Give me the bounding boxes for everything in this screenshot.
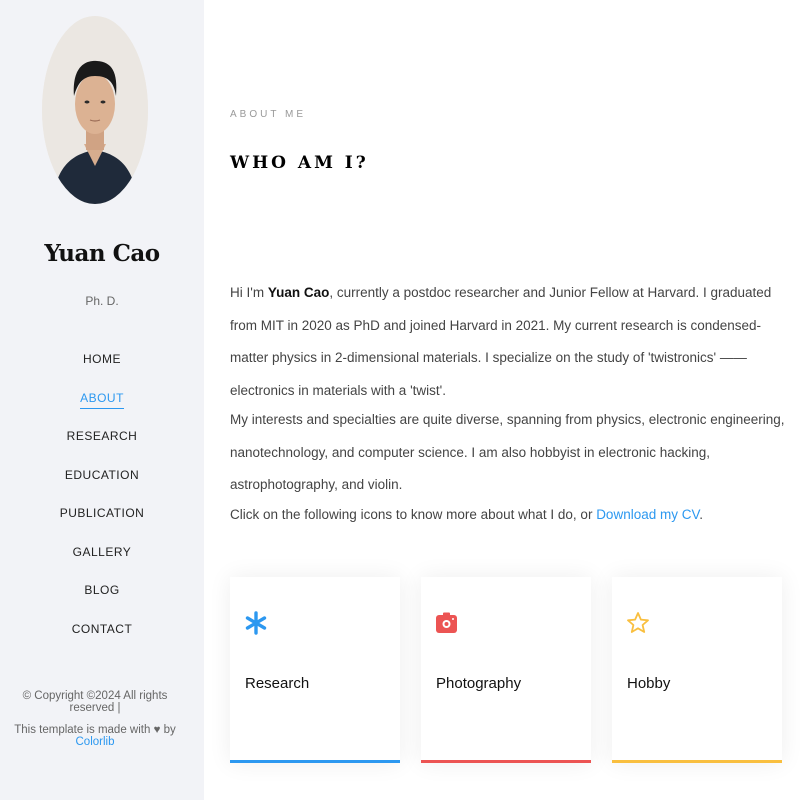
card-label: Photography [436, 675, 522, 692]
card-hobby[interactable]: Hobby [612, 577, 782, 763]
nav-item-home: HOME [0, 350, 204, 389]
nav-item-about: ABOUT [0, 389, 204, 428]
avatar[interactable] [42, 16, 148, 204]
copyright-text: © Copyright ©2024 All rights reserved | [22, 690, 168, 714]
card-research[interactable]: Research [230, 577, 400, 763]
card-accent-bar [230, 760, 400, 763]
interests-paragraph: My interests and specialties are quite d… [230, 412, 785, 492]
main-nav: HOME ABOUT RESEARCH EDUCATION PUBLICATIO… [0, 350, 204, 658]
card-photography[interactable]: Photography [421, 577, 591, 763]
intro-body: , currently a postdoc researcher and Jun… [230, 285, 772, 398]
nav-link-education[interactable]: EDUCATION [65, 468, 139, 485]
asterisk-icon [245, 611, 267, 635]
nav-item-contact: CONTACT [0, 620, 204, 659]
nav-link-home[interactable]: HOME [83, 352, 121, 369]
nav-item-education: EDUCATION [0, 466, 204, 505]
intro-paragraph: Hi I'm Yuan Cao, currently a postdoc res… [230, 277, 786, 407]
nav-link-about[interactable]: ABOUT [80, 391, 124, 409]
section-eyebrow: ABOUT ME [230, 109, 307, 120]
nav-link-publication[interactable]: PUBLICATION [60, 506, 145, 523]
template-credit: This template is made with ♥ by Colorlib [0, 724, 190, 748]
cta-period: . [699, 507, 704, 522]
card-accent-bar [421, 760, 591, 763]
profile-name: Yuan Cao [44, 240, 160, 267]
download-cv-link[interactable]: Download my CV [596, 507, 699, 522]
nav-link-gallery[interactable]: GALLERY [73, 545, 132, 562]
credit-prefix: This template is made with [14, 724, 151, 736]
sidebar: Yuan Cao Ph. D. HOME ABOUT RESEARCH EDUC… [0, 0, 204, 800]
card-label: Hobby [627, 675, 671, 692]
nav-item-blog: BLOG [0, 581, 204, 620]
cta-text: Click on the following icons to know mor… [230, 507, 597, 522]
credit-by: by [163, 724, 176, 736]
section-heading: WHO AM I? [230, 153, 369, 173]
profile-degree: Ph. D. [85, 294, 119, 308]
nav-link-blog[interactable]: BLOG [84, 583, 119, 600]
card-accent-bar [612, 760, 782, 763]
star-icon [627, 612, 649, 633]
nav-item-research: RESEARCH [0, 427, 204, 466]
nav-link-contact[interactable]: CONTACT [72, 622, 133, 639]
intro-greeting: Hi I'm [230, 285, 268, 300]
nav-link-research[interactable]: RESEARCH [67, 429, 138, 446]
heart-icon: ♥ [153, 724, 161, 736]
nav-item-gallery: GALLERY [0, 543, 204, 582]
camera-icon [436, 612, 457, 633]
intro-name: Yuan Cao [267, 285, 330, 300]
card-label: Research [245, 675, 310, 692]
nav-item-publication: PUBLICATION [0, 504, 204, 543]
colorlib-link[interactable]: Colorlib [76, 736, 115, 748]
cta-paragraph: Click on the following icons to know mor… [230, 499, 786, 532]
profile-photo [42, 16, 148, 204]
main-content: ABOUT ME WHO AM I? Hi I'm Yuan Cao, curr… [204, 0, 800, 800]
